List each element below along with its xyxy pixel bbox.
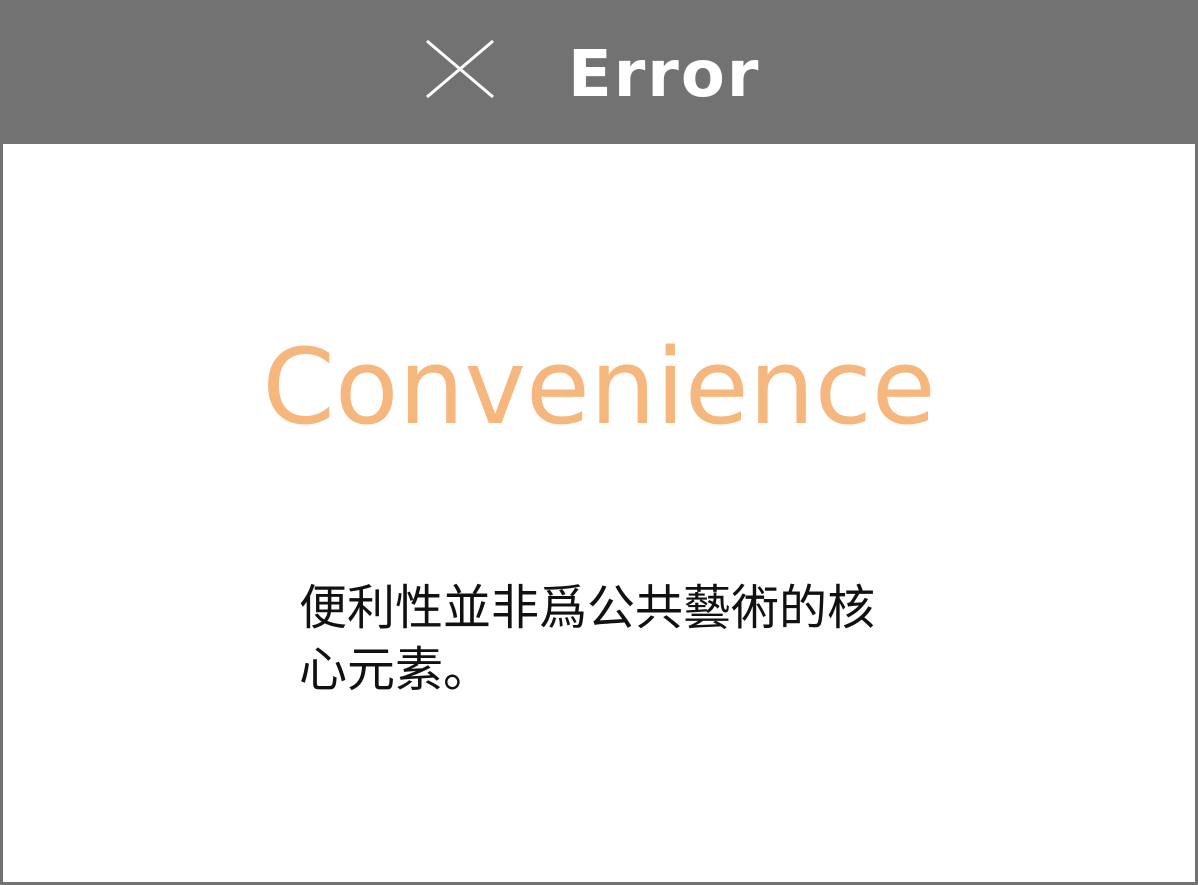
headline-text: Convenience	[262, 326, 936, 448]
title-bar: Error	[3, 3, 1195, 144]
dialog-content: Convenience 便利性並非爲公共藝術的核心元素。	[3, 144, 1195, 882]
close-icon[interactable]	[421, 37, 499, 101]
dialog-title: Error	[568, 38, 761, 112]
error-dialog: Error Convenience 便利性並非爲公共藝術的核心元素。	[0, 0, 1198, 885]
message-text: 便利性並非爲公共藝術的核心元素。	[299, 580, 876, 698]
